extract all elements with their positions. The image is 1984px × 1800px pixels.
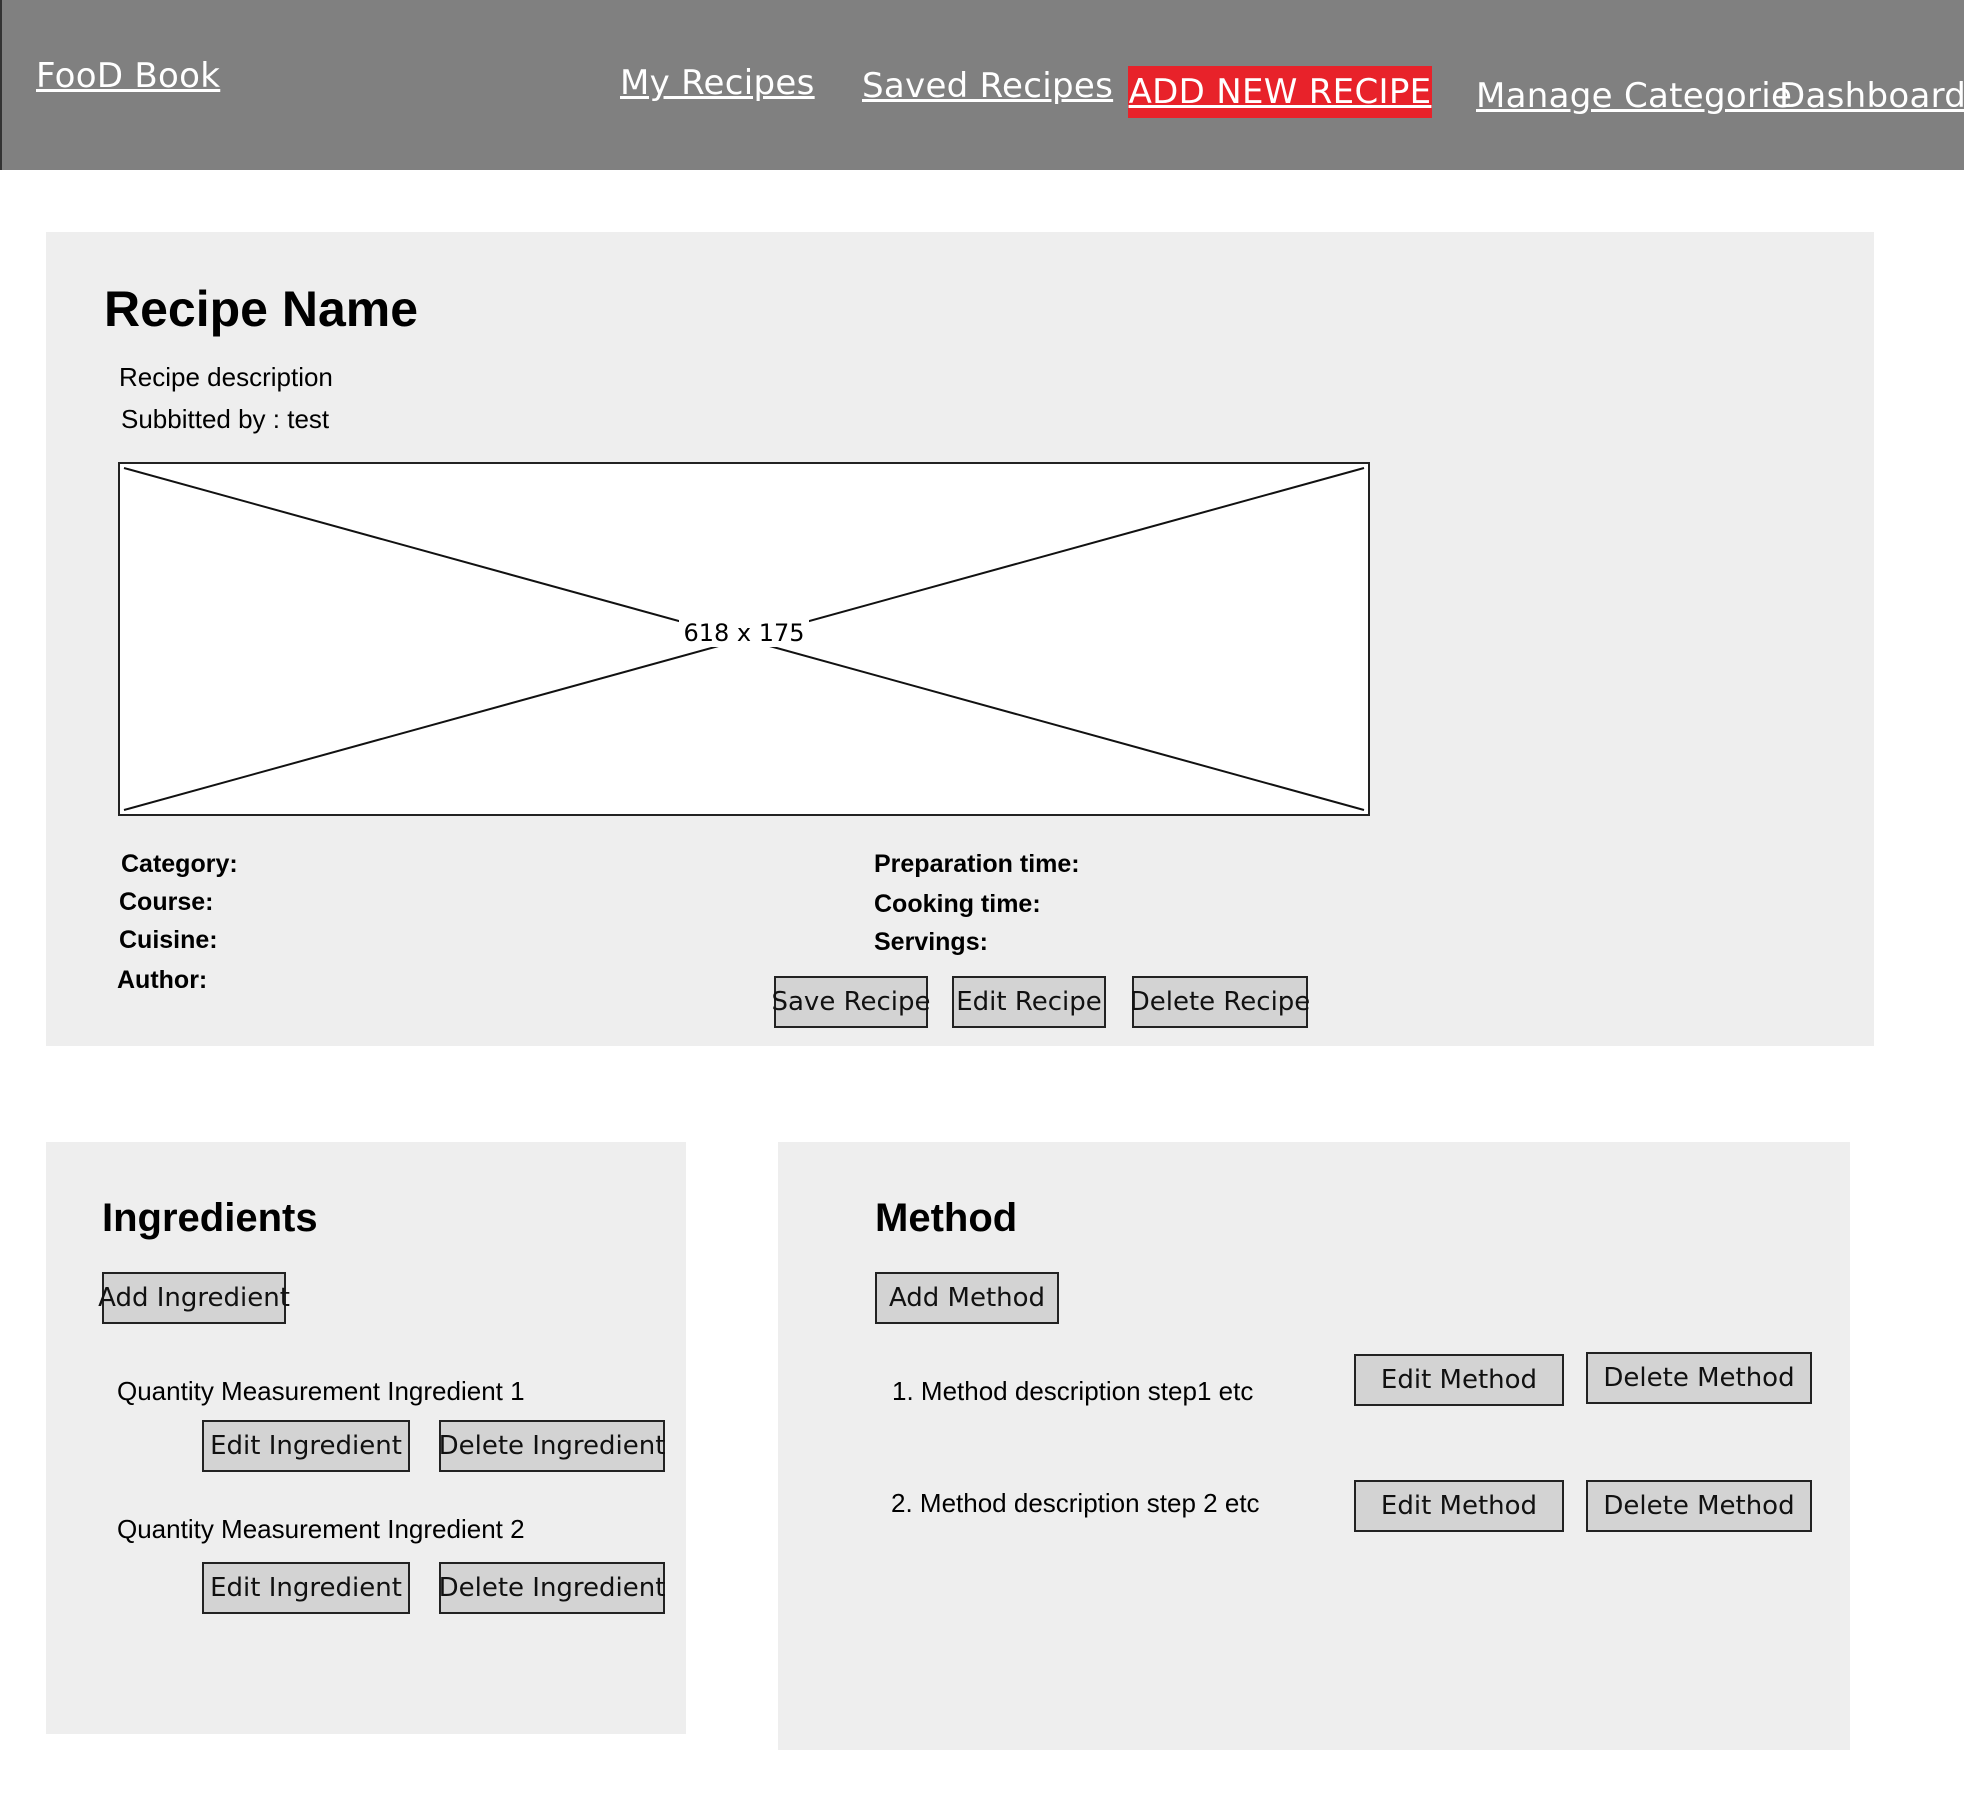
recipe-description: Recipe description [119, 362, 333, 392]
edit-ingredient-2-button[interactable]: Edit Ingredient [202, 1562, 410, 1614]
method-heading: Method [875, 1196, 1018, 1240]
ingredient-item-1: Quantity Measurement Ingredient 1 [117, 1376, 525, 1406]
delete-ingredient-2-button[interactable]: Delete Ingredient [439, 1562, 665, 1614]
prep-time-label: Preparation time: [874, 850, 1080, 878]
top-navbar: FooD Book My Recipes Saved Recipes ADD N… [0, 0, 1966, 170]
cook-time-label: Cooking time: [874, 890, 1041, 918]
recipe-name-heading: Recipe Name [104, 281, 419, 337]
delete-method-1-button[interactable]: Delete Method [1586, 1352, 1812, 1404]
add-ingredient-button[interactable]: Add Ingredient [98, 1272, 290, 1324]
delete-ingredient-1-button[interactable]: Delete Ingredient [439, 1420, 665, 1472]
category-label: Category: [121, 850, 238, 878]
brand-logo-link[interactable]: FooD Book [36, 56, 220, 96]
recipe-image-placeholder: 618 x 175 [118, 462, 1370, 816]
recipe-submitted-by: Subbitted by : test [121, 404, 330, 434]
edit-recipe-button[interactable]: Edit Recipe [952, 976, 1106, 1028]
ingredients-panel: Ingredients Add Ingredient Quantity Meas… [46, 1142, 686, 1734]
nav-dashboard[interactable]: Dashboard [1779, 76, 1966, 116]
ingredients-heading: Ingredients [102, 1196, 318, 1240]
edit-method-1-button[interactable]: Edit Method [1354, 1354, 1564, 1406]
image-size-label: 618 x 175 [120, 619, 1368, 647]
course-label: Course: [119, 888, 214, 916]
recipe-detail-panel: Recipe Name Recipe description Subbitted… [46, 232, 1874, 1046]
method-step-1: 1. Method description step1 etc [892, 1376, 1254, 1406]
delete-recipe-button[interactable]: Delete Recipe [1130, 976, 1310, 1028]
method-panel: Method Add Method 1. Method description … [778, 1142, 1850, 1750]
author-label: Author: [117, 966, 208, 994]
nav-saved-recipes[interactable]: Saved Recipes [862, 66, 1113, 106]
nav-manage-categories[interactable]: Manage Categorie [1476, 76, 1792, 116]
method-step-2: 2. Method description step 2 etc [891, 1488, 1260, 1518]
delete-method-2-button[interactable]: Delete Method [1586, 1480, 1812, 1532]
cuisine-label: Cuisine: [119, 926, 218, 954]
servings-label: Servings: [874, 928, 988, 956]
edit-ingredient-1-button[interactable]: Edit Ingredient [202, 1420, 410, 1472]
save-recipe-button[interactable]: Save Recipe [772, 976, 931, 1028]
nav-my-recipes[interactable]: My Recipes [620, 63, 815, 103]
edit-method-2-button[interactable]: Edit Method [1354, 1480, 1564, 1532]
add-method-button[interactable]: Add Method [875, 1272, 1059, 1324]
nav-add-new-recipe[interactable]: ADD NEW RECIPE [1128, 66, 1432, 118]
ingredient-item-2: Quantity Measurement Ingredient 2 [117, 1514, 525, 1544]
